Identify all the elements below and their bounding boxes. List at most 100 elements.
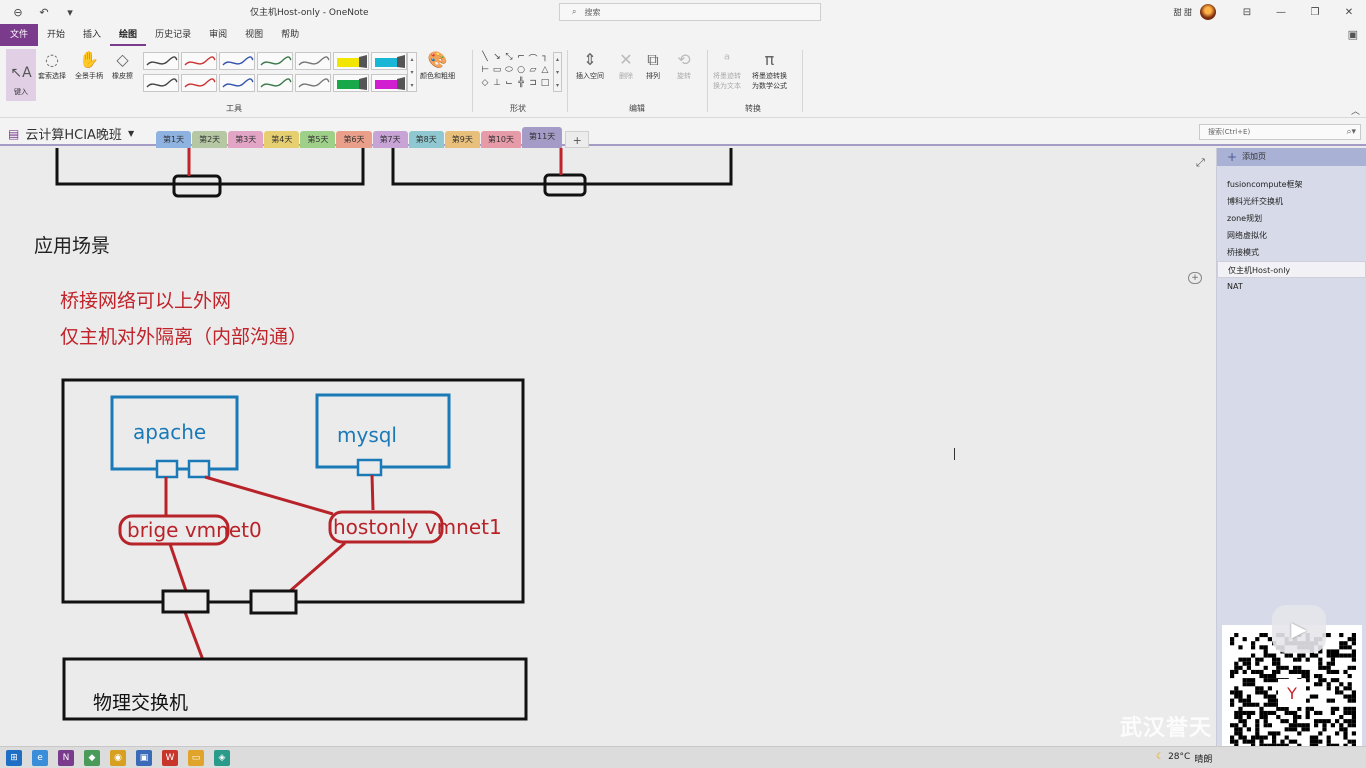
corner-shape-icon[interactable]: ┐	[539, 52, 551, 65]
page-list-item[interactable]: 仅主机Host-only	[1217, 261, 1366, 278]
tab-history[interactable]: 历史记录	[146, 24, 200, 46]
section-tab[interactable]: 第11天	[522, 127, 563, 148]
wps-icon[interactable]: W	[162, 750, 178, 766]
undo-icon[interactable]: ↶	[36, 4, 52, 20]
search-box[interactable]: ⌕ 搜索	[559, 3, 821, 21]
ink-to-text-button[interactable]: ᵃ 将墨迹转 换为文本	[713, 49, 741, 90]
section-tab[interactable]: 第3天	[228, 131, 264, 148]
section-tab[interactable]: 第7天	[372, 131, 408, 148]
pen-swatch[interactable]	[295, 74, 331, 92]
triangle-shape-icon[interactable]: △	[539, 65, 551, 78]
eraser-button[interactable]: ◇ 橡皮擦	[112, 49, 133, 89]
play-icon[interactable]: ▶	[1272, 605, 1326, 653]
weather-widget[interactable]: ☾ 28°C 晴朗	[1156, 752, 1212, 765]
pen-swatch[interactable]	[295, 52, 331, 70]
start-icon[interactable]: ⊞	[6, 750, 22, 766]
section-tab[interactable]: 第10天	[480, 131, 522, 148]
pen-swatch[interactable]	[257, 74, 293, 92]
user-name[interactable]: 甜 甜	[1173, 7, 1192, 18]
vm-icon[interactable]: ▣	[136, 750, 152, 766]
color-thickness-button[interactable]: 🎨 颜色和粗细	[420, 49, 455, 89]
page-list-item[interactable]: zone规划	[1217, 210, 1366, 227]
double-arrow-shape-icon[interactable]: ⤡	[503, 52, 515, 65]
tab-home[interactable]: 开始	[38, 24, 74, 46]
diamond-shape-icon[interactable]: ◇	[479, 78, 491, 91]
tab-draw[interactable]: 绘图	[110, 24, 147, 46]
rotate-button[interactable]: ⟲ 旋转	[677, 49, 691, 89]
pen-swatch[interactable]	[219, 74, 255, 92]
tab-insert[interactable]: 插入	[74, 24, 110, 46]
pen-swatch[interactable]	[219, 52, 255, 70]
add-page-button[interactable]: + 添加页	[1217, 148, 1366, 166]
chrome-icon[interactable]: ◉	[110, 750, 126, 766]
add-section-button[interactable]: +	[565, 131, 590, 148]
page-list-item[interactable]: 网络虚拟化	[1217, 227, 1366, 244]
tab-file[interactable]: 文件	[0, 24, 39, 46]
app-icon[interactable]: ◆	[84, 750, 100, 766]
section-tab[interactable]: 第9天	[444, 131, 480, 148]
section-tab[interactable]: 第6天	[336, 131, 372, 148]
onenote-icon[interactable]: N	[58, 750, 74, 766]
section-tab[interactable]: 第8天	[408, 131, 444, 148]
insert-page-icon[interactable]: +	[1188, 272, 1202, 284]
lasso-select-button[interactable]: ◌ 套索选择	[38, 49, 66, 89]
browser-icon[interactable]: e	[32, 750, 48, 766]
circle-shape-icon[interactable]: ○	[515, 65, 527, 78]
parallelogram-shape-icon[interactable]: ▱	[527, 65, 539, 78]
page-canvas[interactable]: ⤢ 应用场景 桥接网络可以上外网 仅主机对外隔离（内部沟通） apache my…	[0, 148, 1216, 746]
pen-swatch[interactable]	[333, 52, 369, 70]
line-shape-icon[interactable]: ╲	[479, 52, 491, 65]
ink-to-math-button[interactable]: π 将墨迹转换 为数学公式	[752, 49, 787, 90]
pan-hand-button[interactable]: ✋ 全景手柄	[75, 49, 103, 89]
graph-shape-icon[interactable]: ⊥	[491, 78, 503, 91]
insert-space-button[interactable]: ⇕ 插入空间	[576, 49, 604, 89]
pen-swatch[interactable]	[257, 52, 293, 70]
elbow-shape-icon[interactable]: ⌐	[515, 52, 527, 65]
section-tab[interactable]: 第4天	[264, 131, 300, 148]
arrange-button[interactable]: ⧉ 排列	[646, 49, 660, 89]
minimize-icon[interactable]: —	[1264, 0, 1298, 24]
ellipse-shape-icon[interactable]: ⬭	[503, 65, 515, 78]
rectangle-shape-icon[interactable]: ▭	[491, 65, 503, 78]
step-shape-icon[interactable]: ⌙	[503, 78, 515, 91]
notifications-icon[interactable]: ▣	[1348, 28, 1358, 41]
pen-gallery-scroll[interactable]: ▴ ▾ ▾	[407, 52, 417, 92]
section-tab[interactable]: 第1天	[156, 131, 192, 148]
back-icon[interactable]: ⊖	[10, 4, 26, 20]
collapse-ribbon-icon[interactable]: ︿	[1351, 104, 1360, 117]
pen-swatch[interactable]	[181, 74, 217, 92]
square-shape-icon[interactable]: □	[539, 78, 551, 91]
shapes-gallery-scroll[interactable]: ▴ ▾ ▾	[553, 52, 562, 92]
pen-swatch[interactable]	[371, 52, 407, 70]
page-list-item[interactable]: NAT	[1217, 278, 1366, 295]
type-button[interactable]: ↖A 键入	[6, 49, 36, 101]
section-tab[interactable]: 第2天	[192, 131, 228, 148]
bracket-shape-icon[interactable]: ⊐	[527, 78, 539, 91]
axis-shape-icon[interactable]: ⊢	[479, 65, 491, 78]
pen-swatch[interactable]	[333, 74, 369, 92]
notebook-picker[interactable]: ▤ 云计算HCIA晚班 ▼	[8, 124, 134, 144]
pen-swatch[interactable]	[181, 52, 217, 70]
curve-shape-icon[interactable]: ⌒	[527, 52, 539, 65]
close-icon[interactable]: ✕	[1332, 0, 1366, 24]
page-list-item[interactable]: 桥接模式	[1217, 244, 1366, 261]
tab-help[interactable]: 帮助	[272, 24, 308, 46]
folder-icon[interactable]: ▭	[188, 750, 204, 766]
arrow-shape-icon[interactable]: ↘	[491, 52, 503, 65]
grid-shape-icon[interactable]: ╬	[515, 78, 527, 91]
avatar[interactable]	[1200, 4, 1216, 20]
pen-swatch[interactable]	[143, 74, 179, 92]
ribbon-display-icon[interactable]: ⊟	[1230, 0, 1264, 24]
tab-review[interactable]: 审阅	[200, 24, 236, 46]
notebook-search-input[interactable]: 搜索(Ctrl+E) ⌕▾	[1199, 124, 1361, 140]
maximize-icon[interactable]: ❐	[1298, 0, 1332, 24]
pen-swatch[interactable]	[143, 52, 179, 70]
expand-icon[interactable]: ⤢	[1196, 156, 1205, 170]
customize-qat-icon[interactable]: ▾	[62, 4, 78, 20]
page-list-item[interactable]: 博科光纤交换机	[1217, 193, 1366, 210]
section-tab[interactable]: 第5天	[300, 131, 336, 148]
tool-icon[interactable]: ◈	[214, 750, 230, 766]
delete-button[interactable]: ✕ 删除	[619, 49, 633, 89]
page-list-item[interactable]: fusioncompute框架	[1217, 176, 1366, 193]
tab-view[interactable]: 视图	[236, 24, 272, 46]
